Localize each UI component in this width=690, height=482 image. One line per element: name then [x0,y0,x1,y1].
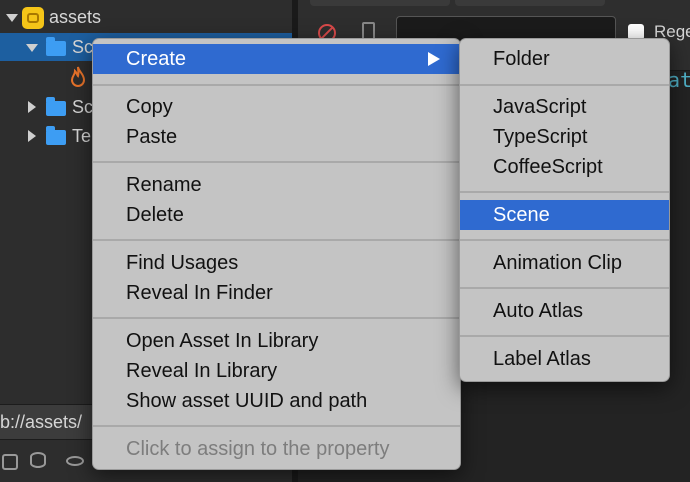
menu-item-label: Click to assign to the property [126,438,390,460]
menu-item-label: Show asset UUID and path [126,390,368,412]
submenu-arrow-icon [428,52,440,66]
tab-console[interactable] [310,0,450,6]
context-menu: Create Copy Paste Rename Delete Find Usa… [92,38,461,470]
console-output-text: at [668,68,690,92]
menu-item-show-uuid[interactable]: Show asset UUID and path [93,386,460,416]
menu-item-label: TypeScript [493,126,588,148]
eye-icon[interactable] [66,456,84,466]
menu-item-label: CoffeeScript [493,156,603,178]
menu-item-assign-property: Click to assign to the property [93,434,460,464]
expand-triangle-icon[interactable] [6,14,18,22]
menu-separator [93,239,460,241]
submenu-item-javascript[interactable]: JavaScript [460,92,669,122]
menu-item-label: Create [126,48,187,70]
menu-separator [460,239,669,241]
menu-item-label: Animation Clip [493,252,622,274]
menu-item-label: Copy [126,96,173,118]
menu-item-rename[interactable]: Rename [93,170,460,200]
fire-icon [66,65,90,89]
menu-separator [460,287,669,289]
tree-label: Te [72,126,92,146]
menu-separator [93,84,460,86]
expand-triangle-icon[interactable] [26,44,38,52]
menu-item-label: Paste [126,126,178,148]
submenu-item-auto-atlas[interactable]: Auto Atlas [460,296,669,326]
database-icon [22,7,44,29]
menu-item-label: Scene [493,204,550,226]
menu-item-label: Rename [126,174,202,196]
menu-item-label: Folder [493,48,550,70]
submenu-item-folder[interactable]: Folder [460,44,669,74]
menu-item-label: Auto Atlas [493,300,584,322]
menu-item-label: Reveal In Finder [126,282,273,304]
asset-path-text: b://assets/ [0,412,83,432]
submenu-item-scene[interactable]: Scene [460,200,669,230]
submenu-item-coffeescript[interactable]: CoffeeScript [460,152,669,182]
database-icon[interactable] [30,452,46,468]
menu-item-reveal-in-library[interactable]: Reveal In Library [93,356,460,386]
menu-item-open-asset-in-library[interactable]: Open Asset In Library [93,326,460,356]
folder-icon [46,37,66,56]
menu-separator [460,191,669,193]
menu-item-label: Delete [126,204,184,226]
submenu-item-typescript[interactable]: TypeScript [460,122,669,152]
tree-label: Sc [72,97,94,117]
folder-icon [46,97,66,116]
menu-item-create[interactable]: Create [93,44,460,74]
submenu-item-animation-clip[interactable]: Animation Clip [460,248,669,278]
menu-item-find-usages[interactable]: Find Usages [93,248,460,278]
menu-item-reveal-in-finder[interactable]: Reveal In Finder [93,278,460,308]
menu-item-label: Open Asset In Library [126,330,319,352]
folder-icon [46,126,66,145]
collapse-triangle-icon[interactable] [28,130,36,142]
submenu-item-label-atlas[interactable]: Label Atlas [460,344,669,374]
menu-item-label: JavaScript [493,96,587,118]
tab-timeline[interactable] [455,0,605,6]
menu-separator [93,317,460,319]
menu-item-delete[interactable]: Delete [93,200,460,230]
menu-separator [460,84,669,86]
menu-item-copy[interactable]: Copy [93,92,460,122]
menu-separator [93,425,460,427]
menu-item-label: Find Usages [126,252,239,274]
menu-item-label: Label Atlas [493,348,591,370]
tree-label: assets [49,7,102,27]
menu-item-label: Reveal In Library [126,360,278,382]
collapse-triangle-icon[interactable] [28,101,36,113]
refresh-icon[interactable] [2,454,18,470]
menu-item-paste[interactable]: Paste [93,122,460,152]
menu-separator [460,335,669,337]
tree-row-assets[interactable]: assets [0,3,292,31]
create-submenu: Folder JavaScript TypeScript CoffeeScrip… [459,38,670,382]
tree-label: Sc [72,37,94,57]
menu-separator [93,161,460,163]
